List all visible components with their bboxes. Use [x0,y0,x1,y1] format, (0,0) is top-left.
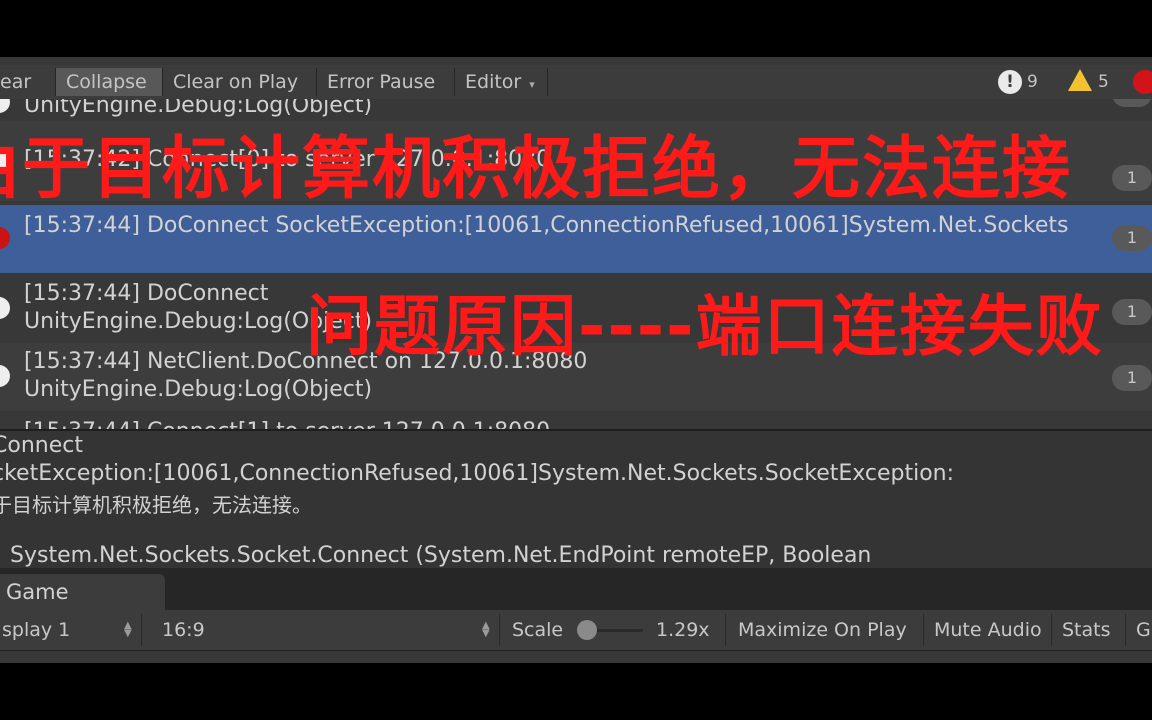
aspect-dropdown[interactable]: 16:9 ▲ ▼ [154,614,500,646]
mute-audio-toggle[interactable]: Mute Audio [926,614,1052,646]
detail-line: 于目标计算机积极拒绝，无法连接。 [0,493,312,517]
editor-dropdown-label: Editor [465,71,522,93]
display-value: splay 1 [2,619,71,641]
overlay-caption-error: 由于目标计算机积极拒绝，无法连接 [0,130,1073,209]
detail-line: Connect [0,433,83,458]
log-count: 9 [1027,72,1038,92]
editor-dropdown[interactable]: Editor ▾ [455,68,548,96]
console-detail-pane[interactable]: Connect cketException:[10061,ConnectionR… [0,429,1152,568]
scale-value: 1.29x [648,614,726,646]
gizmos-dropdown[interactable]: G [1128,614,1152,646]
console-toolbar: ear Collapse Clear on Play Error Pause E… [0,65,1152,100]
error-log-icon [0,227,10,249]
updown-arrows-icon: ▲ ▼ [482,620,490,639]
aspect-value: 16:9 [162,619,205,641]
info-log-icon [0,297,10,319]
display-dropdown[interactable]: splay 1 ▲ ▼ [0,614,142,646]
warning-icon [1068,69,1092,91]
game-view-tabbar: Game [0,568,1152,610]
info-log-icon [0,99,10,113]
stats-toggle[interactable]: Stats [1054,614,1126,646]
log-entry-selected[interactable]: [15:37:44] DoConnect SocketException:[10… [0,205,1152,273]
warning-count-toggle[interactable]: 5 [1068,68,1109,96]
dropdown-arrow-icon: ▾ [529,78,535,91]
tab-game[interactable]: Game [0,574,165,610]
log-count-toggle[interactable]: ! 9 [998,68,1038,96]
log-collapse-count: 1 [1112,225,1152,251]
warning-count: 5 [1098,72,1109,92]
log-collapse-count: 1 [1112,99,1152,107]
detail-line: System.Net.Sockets.Socket.Connect (Syste… [10,543,872,568]
error-count-toggle[interactable] [1133,70,1152,94]
log-collapse-count: 1 [1112,165,1152,191]
game-view-toolbar: splay 1 ▲ ▼ 16:9 ▲ ▼ Scale 1.29x Maximize … [0,610,1152,651]
clear-on-play-toggle[interactable]: Clear on Play [163,68,317,96]
collapse-toggle[interactable]: Collapse [56,68,163,96]
scale-label: Scale [512,619,564,641]
log-entry[interactable]: [15:37:44] Connect[1] to server 127.0.0.… [0,411,1152,429]
unity-editor-window: ear Collapse Clear on Play Error Pause E… [0,57,1152,663]
log-entry-text: [15:37:44] Connect[1] to server 127.0.0.… [24,419,550,429]
log-entry-text: [15:37:44] DoConnect SocketException:[10… [24,213,1069,238]
log-entry-stack: UnityEngine.Debug:Log(Object) [24,377,373,402]
info-icon: ! [998,70,1022,94]
overlay-caption-cause: 问题原因----端口连接失败 [306,288,1104,365]
error-pause-toggle[interactable]: Error Pause [317,68,455,96]
log-entry-text: [15:37:44] DoConnect [24,281,269,306]
scale-slider-handle[interactable] [577,620,597,640]
detail-line: cketException:[10061,ConnectionRefused,1… [0,461,955,486]
log-collapse-count: 1 [1112,365,1152,391]
clear-button[interactable]: ear [0,68,56,96]
info-log-icon [0,365,10,387]
log-collapse-count: 1 [1112,299,1152,325]
maximize-on-play-toggle[interactable]: Maximize On Play [730,614,924,646]
updown-arrows-icon: ▲ ▼ [124,620,132,639]
